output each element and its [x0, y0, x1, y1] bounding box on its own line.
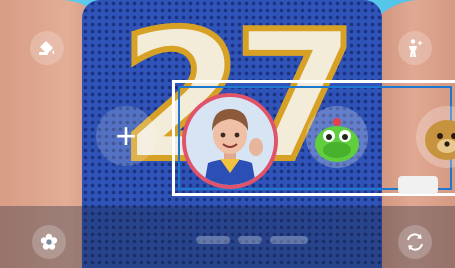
background-button[interactable]: [30, 31, 64, 65]
paint-bucket-icon: [37, 38, 57, 58]
plus-icon: +: [115, 115, 137, 156]
rotate-camera-icon: [404, 231, 426, 253]
mode-label-blurred: [196, 236, 230, 244]
switch-camera-button[interactable]: [398, 225, 432, 259]
my-emoji-avatar-icon: [186, 97, 274, 185]
add-emoji-button[interactable]: +: [96, 106, 156, 166]
wrist-band: [398, 176, 438, 194]
person-sparkle-icon: [405, 38, 425, 58]
effects-button[interactable]: [32, 225, 66, 259]
emoji-item-green-dino[interactable]: [306, 106, 368, 168]
camera-viewfinder: 27 +: [0, 0, 455, 268]
body-mode-button[interactable]: [398, 31, 432, 65]
green-dino-emoji-icon: [315, 118, 359, 162]
emoji-item-my-avatar[interactable]: [182, 93, 278, 189]
mode-label-blurred: [238, 236, 262, 244]
mode-label-blurred: [270, 236, 308, 244]
flower-icon: [39, 232, 59, 252]
